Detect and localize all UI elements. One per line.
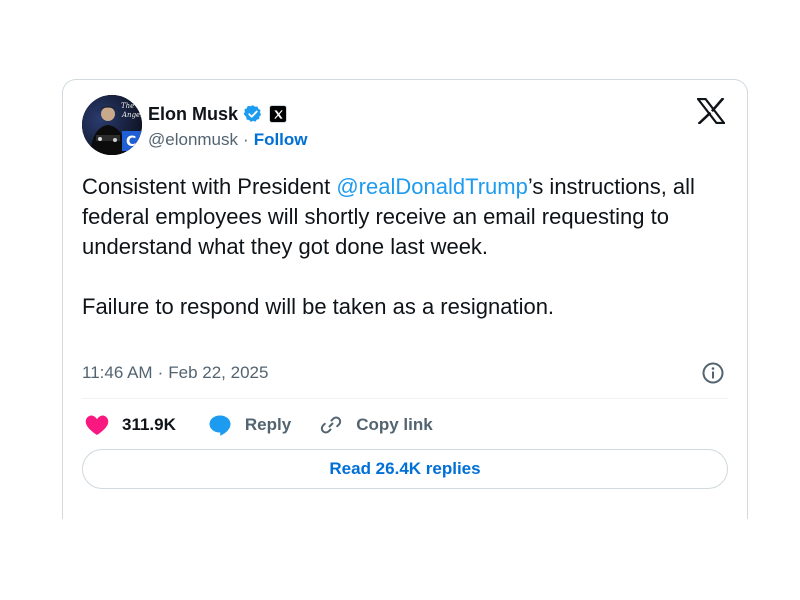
separator: · [157,363,164,382]
svg-text:C: C [126,134,136,150]
info-icon[interactable] [701,361,725,385]
action-bar: 311.9K Reply Copy link [85,411,433,439]
divider [82,398,728,399]
handle[interactable]: @elonmusk [148,130,238,150]
copy-link-button[interactable]: Copy link [319,413,433,437]
tweet-meta: 11:46 AM · Feb 22, 2025 [82,361,268,385]
tweet-card: The Angel C Elon Musk @elonmusk · Follow [62,79,748,519]
like-count: 311.9K [122,415,176,434]
avatar[interactable]: The Angel C [82,95,142,155]
display-name[interactable]: Elon Musk [148,104,238,125]
like-button[interactable]: 311.9K [85,413,208,437]
svg-text:Angel: Angel [121,111,142,119]
follow-button[interactable]: Follow [254,130,308,150]
read-replies-button[interactable]: Read 26.4K replies [82,449,728,489]
tweet-text-part1: Consistent with President [82,174,337,199]
verified-badge-icon [243,104,263,124]
reply-label: Reply [244,415,292,434]
tweet-text: Consistent with President @realDonaldTru… [82,172,722,322]
handle-row: @elonmusk · Follow [148,129,308,151]
speech-bubble-icon [208,413,232,437]
heart-icon [85,413,109,437]
tweet-date[interactable]: Feb 22, 2025 [168,363,268,383]
avatar-image: The Angel C [82,95,142,155]
mention-link[interactable]: @realDonaldTrump [336,174,527,199]
link-icon [319,413,343,437]
name-row: Elon Musk [148,102,288,126]
reply-button[interactable]: Reply [208,413,319,437]
tweet-time[interactable]: 11:46 AM [82,363,153,383]
x-logo-icon[interactable] [695,97,727,125]
x-affiliate-badge-icon [269,105,288,123]
copy-link-label: Copy link [356,415,433,434]
tweet-paragraph-2: Failure to respond will be taken as a re… [82,294,555,319]
svg-text:The: The [121,102,134,110]
separator: · [243,130,249,149]
tweet-paragraph-1: Consistent with President @realDonaldTru… [82,172,722,262]
